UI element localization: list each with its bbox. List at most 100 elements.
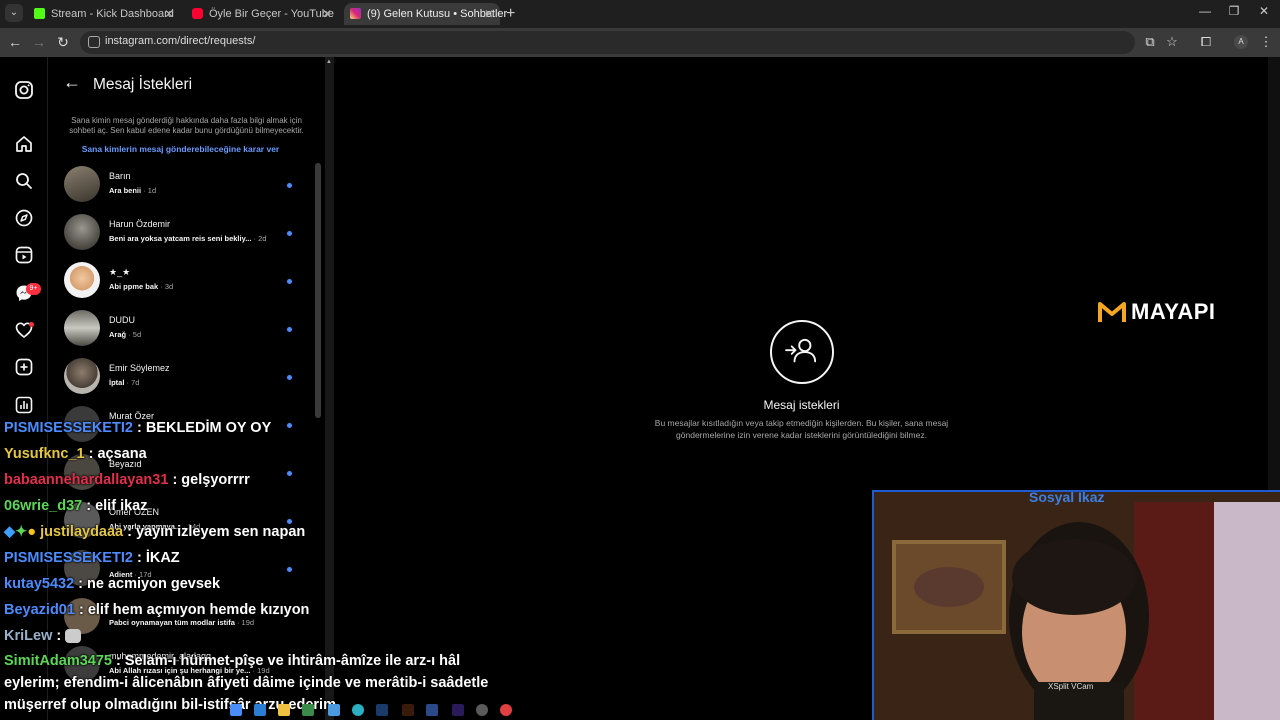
- empty-state-title: Mesaj istekleri: [763, 398, 840, 412]
- message-requests-panel: ← Mesaj İstekleri Sana kimin mesaj gönde…: [49, 57, 324, 720]
- message-preview: Arağ · 5d: [109, 330, 141, 339]
- photoshop-icon[interactable]: [376, 704, 388, 716]
- chat-username: KriLew: [4, 628, 53, 644]
- unread-dot: [287, 231, 292, 236]
- forward-arrow-icon[interactable]: →: [30, 33, 48, 51]
- chat-message: PISMISESSEKETI2 : BEKLEDİM OY OY: [4, 420, 271, 436]
- avatar: [64, 262, 100, 298]
- tab-title: Stream - Kick Dashboard: [51, 8, 174, 20]
- instagram-logo-icon[interactable]: [14, 80, 34, 100]
- close-window-icon[interactable]: ✕: [1254, 4, 1274, 18]
- chat-badges-icon: ◆: [4, 524, 16, 540]
- panel-scrollbar[interactable]: ▲: [325, 57, 334, 720]
- chat-badges-icon: ●: [27, 524, 37, 540]
- chat-text: : BEKLEDİM OY OY: [132, 420, 272, 436]
- list-item[interactable]: Emir Söylemez İptal · 7d: [49, 353, 319, 401]
- new-tab-plus-icon[interactable]: +: [506, 4, 520, 24]
- close-tab-icon[interactable]: ✕: [484, 3, 494, 25]
- chat-message: PISMISESSEKETI2 : İKAZ: [4, 550, 180, 566]
- premiere-icon[interactable]: [452, 704, 464, 716]
- chat-message: 06wrie_d37 : elif ikaz: [4, 498, 147, 514]
- chat-message: babaannehardallayan31 : gelşyorrrr: [4, 472, 250, 488]
- chat-username: babaannehardallayan31: [4, 472, 169, 488]
- sender-name: Barın: [109, 171, 131, 181]
- close-tab-icon[interactable]: ✕: [322, 3, 332, 25]
- emote-icon: [65, 629, 82, 644]
- chat-text: : ne acmiyon gevsek: [74, 576, 221, 592]
- chat-username: SimitAdam3475: [4, 653, 112, 669]
- cast-icon[interactable]: ⧉: [1142, 34, 1158, 50]
- taskbar-app-icon[interactable]: [476, 704, 488, 716]
- preview-text: Pabci oynamayan tüm modlar istifa: [109, 618, 235, 627]
- message-controls-link[interactable]: Sana kimlerin mesaj gönderebileceğine ka…: [59, 144, 302, 154]
- site-info-icon[interactable]: [88, 36, 100, 48]
- chat-message: Beyazid01 : elif hem açmıyon hemde kızıy…: [4, 602, 309, 618]
- notification-count-badge: 9+: [26, 283, 41, 295]
- preview-text: Arağ: [109, 330, 127, 339]
- unread-dot: [287, 183, 292, 188]
- taskbar-app-icon[interactable]: [230, 704, 242, 716]
- message-time: · 5d: [128, 330, 142, 339]
- back-arrow-icon[interactable]: ←: [6, 33, 24, 51]
- taskbar-app-icon[interactable]: [302, 704, 314, 716]
- taskbar-app-icon[interactable]: [254, 704, 266, 716]
- extensions-icon[interactable]: ⧠: [1198, 34, 1214, 50]
- list-item[interactable]: ★_★ Abi ppme bak · 3d: [49, 257, 319, 305]
- back-arrow-icon[interactable]: ←: [63, 72, 81, 93]
- preview-text: Ara benii: [109, 186, 142, 195]
- message-time: · 2d: [253, 234, 267, 243]
- avatar: [64, 166, 100, 202]
- folder-icon[interactable]: [278, 704, 290, 716]
- create-plus-icon[interactable]: [14, 357, 34, 377]
- edge-icon[interactable]: [352, 704, 364, 716]
- tab-search-chevron-icon[interactable]: ⌄: [5, 4, 23, 22]
- taskbar-app-icon[interactable]: [426, 704, 438, 716]
- home-icon[interactable]: [14, 134, 34, 154]
- list-item[interactable]: Barın Ara benii · 1d: [49, 161, 319, 209]
- message-time: · 19d: [236, 618, 255, 627]
- message-time: · 1d: [143, 186, 157, 195]
- address-bar[interactable]: instagram.com/direct/requests/: [80, 31, 1135, 54]
- tab-instagram[interactable]: (9) Gelen Kutusu • Sohbetler ✕: [344, 3, 507, 25]
- search-icon[interactable]: [14, 171, 34, 191]
- chat-username: kutay5432: [4, 576, 75, 592]
- instagram-favicon-icon: [350, 8, 361, 19]
- bookmark-star-icon[interactable]: ☆: [1164, 34, 1180, 50]
- requests-scrollbar[interactable]: [315, 163, 321, 418]
- dashboard-chart-icon[interactable]: [14, 395, 34, 415]
- menu-kebab-icon[interactable]: ⋮: [1258, 34, 1274, 50]
- chat-text: : gelşyorrrr: [168, 472, 250, 488]
- chat-username: PISMISESSEKETI2: [4, 550, 133, 566]
- message-time: · 3d: [160, 282, 174, 291]
- list-item[interactable]: DUDU Arağ · 5d: [49, 305, 319, 353]
- minimize-icon[interactable]: —: [1195, 4, 1215, 18]
- tab-kick-dashboard[interactable]: Stream - Kick Dashboard ✕: [28, 3, 180, 25]
- scroll-up-arrow-icon[interactable]: ▲: [326, 59, 333, 69]
- vcam-label: XSplit VCam: [1048, 682, 1094, 691]
- chat-username: PISMISESSEKETI2: [4, 420, 133, 436]
- empty-state-description: Bu mesajlar kısıtladığın veya takip etme…: [654, 418, 949, 440]
- chat-text: : İKAZ: [132, 550, 180, 566]
- avatar: [64, 358, 100, 394]
- reels-icon[interactable]: [14, 245, 34, 265]
- restore-icon[interactable]: ❐: [1224, 4, 1244, 18]
- chat-text: : yayın izleyem sen napan: [123, 524, 306, 540]
- explore-compass-icon[interactable]: [14, 208, 34, 228]
- preview-text: Abi ppme bak: [109, 282, 159, 291]
- mayapi-logo-mark-icon: [1098, 302, 1126, 322]
- browser-tabbar: ⌄ Stream - Kick Dashboard ✕ Öyle Bir Geç…: [0, 0, 1280, 28]
- chat-username: Beyazid01: [4, 602, 75, 618]
- preview-text: İptal: [109, 378, 125, 387]
- illustrator-icon[interactable]: [402, 704, 414, 716]
- unread-dot: [287, 471, 292, 476]
- close-tab-icon[interactable]: ✕: [164, 3, 174, 25]
- taskbar-app-icon[interactable]: [328, 704, 340, 716]
- unread-dot: [287, 327, 292, 332]
- activity-dot: [29, 322, 34, 327]
- reload-icon[interactable]: ↻: [54, 33, 72, 51]
- requests-info-text: Sana kimin mesaj gönderdiği hakkında dah…: [69, 116, 304, 135]
- list-item[interactable]: Harun Özdemir Beni ara yoksa yatcam reis…: [49, 209, 319, 257]
- tab-youtube[interactable]: Öyle Bir Geçer - YouTube ✕: [186, 3, 338, 25]
- profile-avatar[interactable]: A: [1234, 35, 1248, 49]
- chrome-icon[interactable]: [500, 704, 512, 716]
